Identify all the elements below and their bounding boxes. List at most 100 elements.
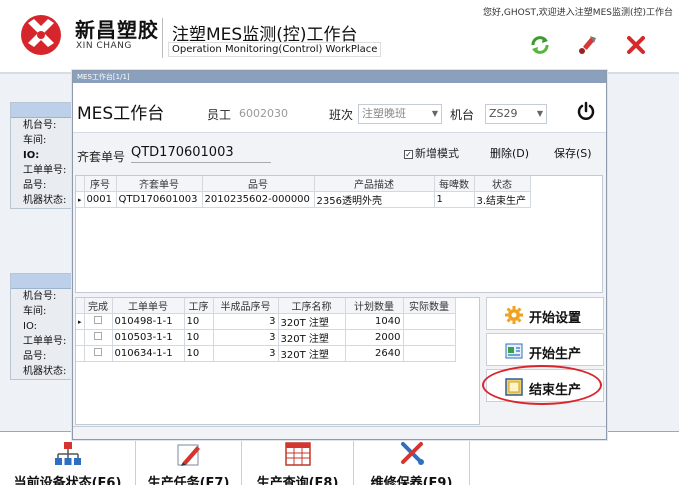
table-row[interactable]: 010503-1-1 10 3 320T 注塑 2000 bbox=[76, 329, 456, 346]
pencil-icon bbox=[177, 444, 200, 466]
table-cell bbox=[403, 313, 456, 330]
grid-header-row: 序号 齐套单号 品号 产品描述 每啤数 状态 bbox=[76, 176, 531, 192]
column-header[interactable]: 计划数量 bbox=[345, 298, 404, 314]
table-row[interactable]: ▸ 0001 QTD170601003 2010235602-000000 23… bbox=[76, 191, 531, 208]
start-setup-label: 开始设置 bbox=[529, 311, 582, 326]
shift-label: 班次 bbox=[329, 108, 354, 122]
end-production-label: 结束生产 bbox=[529, 383, 582, 398]
work-order-grid[interactable]: 完成 工单单号 工序 半成品序号 工序名称 计划数量 实际数量 ▸ 010498… bbox=[75, 297, 480, 425]
column-header[interactable]: 工单单号 bbox=[112, 298, 185, 314]
mes-workbench-dialog: MES工作台[1/1] MES工作台 员工 6002030 班次 注塑晚班 ▼ … bbox=[72, 70, 607, 440]
table-cell bbox=[403, 329, 456, 346]
refresh-icon[interactable] bbox=[529, 34, 551, 56]
header-divider bbox=[162, 18, 163, 58]
table-cell: 010634-1-1 bbox=[112, 345, 185, 362]
table-cell: 320T 注塑 bbox=[278, 345, 346, 362]
employee-value: 6002030 bbox=[239, 107, 288, 120]
grid-header-row: 完成 工单单号 工序 半成品序号 工序名称 计划数量 实际数量 bbox=[76, 298, 456, 314]
table-cell: 3 bbox=[213, 329, 279, 346]
panel-field-status: 机器状态: bbox=[23, 195, 67, 206]
table-cell: 2356透明外壳 bbox=[314, 191, 435, 208]
wrench-icon[interactable] bbox=[576, 34, 598, 56]
panel-field-io: IO: bbox=[23, 321, 38, 332]
panel-field-machine: 机台号: bbox=[23, 120, 57, 131]
shift-select[interactable]: 注塑晚班 ▼ bbox=[358, 104, 442, 124]
column-header[interactable]: 实际数量 bbox=[403, 298, 456, 314]
brand-name-en: XIN CHANG bbox=[76, 41, 132, 51]
kit-order-grid[interactable]: 序号 齐套单号 品号 产品描述 每啤数 状态 ▸ 0001 QTD1706010… bbox=[75, 175, 603, 293]
chevron-down-icon: ▼ bbox=[431, 109, 438, 118]
done-checkbox[interactable] bbox=[84, 313, 113, 330]
column-header[interactable]: 齐套单号 bbox=[116, 176, 203, 192]
panel-field-machine: 机台号: bbox=[23, 291, 57, 302]
table-cell: 320T 注塑 bbox=[278, 329, 346, 346]
table-cell: 2640 bbox=[345, 345, 404, 362]
column-header[interactable]: 品号 bbox=[202, 176, 315, 192]
done-checkbox[interactable] bbox=[84, 329, 113, 346]
start-production-button[interactable]: 开始生产 bbox=[486, 333, 604, 366]
column-header[interactable]: 状态 bbox=[474, 176, 531, 192]
panel-field-workshop: 车间: bbox=[23, 306, 47, 317]
dialog-header: MES工作台 员工 6002030 班次 注塑晚班 ▼ 机台 ZS29 ▼ bbox=[73, 83, 606, 133]
table-cell: 0001 bbox=[84, 191, 117, 208]
panel-field-io: IO: bbox=[23, 150, 40, 161]
column-header[interactable]: 每啤数 bbox=[434, 176, 475, 192]
order-number-field[interactable]: QTD170601003 bbox=[131, 145, 271, 163]
checkbox-checked-icon: ✓ bbox=[404, 149, 413, 159]
table-cell: 3 bbox=[213, 313, 279, 330]
table-cell: 3 bbox=[213, 345, 279, 362]
machine-label: 机台 bbox=[450, 108, 475, 122]
start-setup-button[interactable]: 开始设置 bbox=[486, 297, 604, 330]
stop-icon bbox=[505, 378, 523, 396]
machine-info-panel-1[interactable]: 机台号: 车间: IO: 工单单号: 品号: 机器状态: bbox=[10, 102, 74, 209]
nav-device-status-label: 当前设备状态(F6) bbox=[13, 476, 122, 485]
table-cell: 1 bbox=[434, 191, 475, 208]
brand-name-cn: 新昌塑胶 bbox=[75, 18, 159, 42]
table-icon bbox=[284, 442, 311, 466]
column-header[interactable]: 序号 bbox=[84, 176, 117, 192]
panel-field-item: 品号: bbox=[23, 351, 47, 362]
row-indicator-header bbox=[76, 176, 85, 192]
panel-field-status: 机器状态: bbox=[23, 366, 67, 377]
done-checkbox[interactable] bbox=[84, 345, 113, 362]
row-indicator bbox=[76, 329, 85, 346]
tools-icon bbox=[400, 442, 424, 465]
table-cell: 10 bbox=[184, 313, 214, 330]
table-cell: 10 bbox=[184, 329, 214, 346]
column-header[interactable]: 工序 bbox=[184, 298, 214, 314]
power-icon[interactable] bbox=[576, 101, 596, 121]
panel-field-work-order: 工单单号: bbox=[23, 165, 67, 176]
panel-field-item: 品号: bbox=[23, 180, 47, 191]
row-indicator-header bbox=[76, 298, 85, 314]
row-indicator bbox=[76, 345, 85, 362]
new-mode-checkbox[interactable]: ✓ 新增模式 bbox=[404, 145, 459, 161]
panel-field-work-order: 工单单号: bbox=[23, 336, 67, 347]
column-header[interactable]: 完成 bbox=[84, 298, 113, 314]
machine-info-panel-2[interactable]: 机台号: 车间: IO: 工单单号: 品号: 机器状态: bbox=[10, 273, 74, 380]
table-cell: 010503-1-1 bbox=[112, 329, 185, 346]
chevron-down-icon: ▼ bbox=[536, 109, 543, 118]
close-icon[interactable] bbox=[625, 34, 647, 56]
table-row[interactable]: 010634-1-1 10 3 320T 注塑 2640 bbox=[76, 345, 456, 362]
column-header[interactable]: 工序名称 bbox=[278, 298, 346, 314]
save-button[interactable]: 保存(S) bbox=[554, 145, 592, 161]
table-cell: 010498-1-1 bbox=[112, 313, 185, 330]
table-cell: QTD170601003 bbox=[116, 191, 203, 208]
employee-label: 员工 bbox=[207, 108, 232, 122]
column-header[interactable]: 半成品序号 bbox=[213, 298, 279, 314]
table-cell: 1040 bbox=[345, 313, 404, 330]
table-cell bbox=[403, 345, 456, 362]
end-production-button[interactable]: 结束生产 bbox=[486, 369, 604, 402]
table-cell: 320T 注塑 bbox=[278, 313, 346, 330]
network-icon bbox=[54, 442, 81, 465]
nav-production-query-label: 生产查询(F8) bbox=[256, 476, 339, 485]
new-mode-label: 新增模式 bbox=[415, 147, 459, 160]
machine-select[interactable]: ZS29 ▼ bbox=[485, 104, 547, 124]
nav-production-task-label: 生产任务(F7) bbox=[147, 476, 230, 485]
dialog-title: MES工作台 bbox=[77, 104, 165, 124]
table-row[interactable]: ▸ 010498-1-1 10 3 320T 注塑 1040 bbox=[76, 313, 456, 330]
delete-button[interactable]: 删除(D) bbox=[490, 145, 529, 161]
panel-header bbox=[11, 274, 73, 289]
column-header[interactable]: 产品描述 bbox=[314, 176, 435, 192]
machine-select-value: ZS29 bbox=[489, 107, 518, 120]
